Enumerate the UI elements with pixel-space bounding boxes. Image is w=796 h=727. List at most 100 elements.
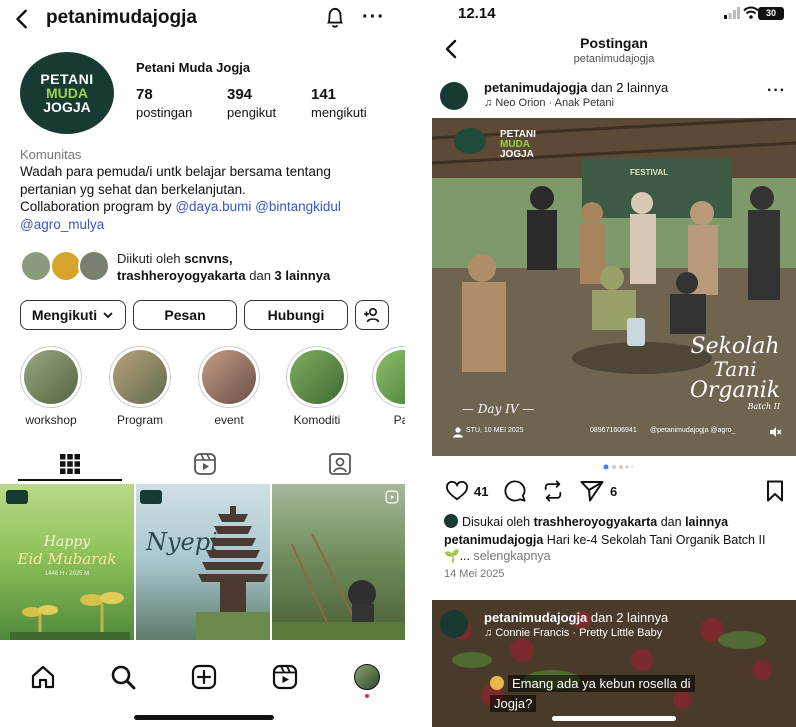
stat-posts-value: 78	[136, 86, 153, 103]
follower-avatar	[20, 250, 52, 282]
photo-title-line: Sekolah	[690, 334, 780, 359]
profile-avatar[interactable]: PETANI MUDA JOGJA	[20, 52, 114, 134]
highlight-ring	[109, 346, 171, 408]
tab-grid[interactable]	[2, 446, 137, 482]
post-author[interactable]: petanimudajogja dan 2 lainnya	[484, 80, 668, 95]
bio-line: @agro_mulya	[20, 216, 398, 234]
liked-by-conj: dan	[657, 515, 686, 529]
carousel-dots	[603, 464, 634, 470]
caption-more-link[interactable]: selengkapnya	[473, 549, 550, 563]
profile-tabs	[0, 446, 405, 482]
avatar-logo-line: PETANI	[40, 71, 94, 87]
notification-dot	[365, 694, 369, 698]
brand-logo-icon	[140, 490, 162, 504]
eid-line2: Eid Mubarak	[17, 550, 117, 568]
next-post-coauthors: dan 2 lainnya	[587, 610, 669, 625]
stat-posts[interactable]: 78 postingan	[136, 86, 192, 120]
highlight-komoditi[interactable]: Komoditi	[284, 346, 350, 427]
brand-logo-icon	[6, 490, 28, 504]
grid-post-eid[interactable]: Happy Eid Mubarak 1446 H / 2025 M	[0, 484, 134, 640]
liked-by-user: trashheroyogyakarta	[533, 515, 658, 529]
add-person-button[interactable]	[355, 300, 389, 330]
bookmark-icon[interactable]	[766, 480, 784, 502]
home-indicator	[552, 716, 676, 721]
profile-username: petanimudajogja	[46, 7, 197, 28]
highlight-workshop[interactable]: workshop	[18, 346, 84, 427]
post-photo[interactable]: PETANI MUDA JOGJA FESTIVAL Sekolah Tani …	[432, 118, 796, 456]
like-heart-icon[interactable]	[446, 480, 468, 502]
highlight-partial[interactable]: Par	[370, 346, 405, 427]
stat-followers[interactable]: 394 pengikut	[227, 86, 276, 120]
home-icon[interactable]	[30, 664, 56, 690]
post-more-icon[interactable]: ···	[767, 82, 786, 100]
comment-icon[interactable]	[504, 480, 526, 502]
highlight-thumb	[376, 350, 405, 404]
photo-logo-text: PETANI MUDA JOGJA	[500, 130, 536, 160]
mute-icon[interactable]	[768, 425, 782, 439]
profile-nav-avatar[interactable]	[354, 664, 380, 690]
post-author-avatar[interactable]	[440, 82, 468, 110]
highlight-thumb	[113, 350, 167, 404]
highlight-thumb	[290, 350, 344, 404]
next-post-author-name: petanimudajogja	[484, 610, 588, 625]
stat-following[interactable]: 141 mengikuti	[311, 86, 367, 120]
next-post-author[interactable]: petanimudajogja dan 2 lainnya	[484, 610, 668, 625]
followed-by-text: Diikuti oleh scnvns, trashheroyogyakarta…	[117, 250, 330, 284]
post-music[interactable]: ♫ Neo Orion · Anak Petani	[484, 97, 614, 109]
highlight-ring	[372, 346, 405, 408]
search-icon[interactable]	[110, 664, 136, 690]
stat-posts-label: postingan	[136, 105, 193, 120]
back-chevron-icon[interactable]	[12, 8, 34, 30]
contact-button[interactable]: Hubungi	[244, 300, 348, 330]
photo-logo-icon	[454, 128, 486, 154]
next-post-caption-line: Jogja?	[490, 694, 695, 714]
share-send-icon[interactable]	[580, 480, 604, 502]
reels-nav-icon[interactable]	[272, 664, 298, 690]
highlight-label: event	[214, 413, 244, 427]
grid-post-eid-content: Happy Eid Mubarak 1446 H / 2025 M	[0, 484, 134, 640]
followed-by-rest: 3 lainnya	[274, 268, 331, 283]
next-post-music[interactable]: ♫ Connie Francis · Pretty Little Baby	[484, 627, 662, 639]
stat-following-label: mengikuti	[311, 105, 367, 120]
music-note-icon: ♫	[484, 97, 496, 109]
active-tab-indicator	[18, 479, 122, 481]
highlight-program[interactable]: Program	[107, 346, 173, 427]
caption-author[interactable]: petanimudajogja	[444, 533, 543, 547]
mention-link[interactable]: @agro_mulya	[20, 217, 104, 232]
followed-by-row[interactable]: Diikuti oleh scnvns, trashheroyogyakarta…	[20, 250, 405, 284]
eid-line1: Happy	[43, 534, 91, 550]
tab-reels[interactable]	[137, 446, 272, 482]
create-post-icon[interactable]	[191, 664, 217, 690]
bell-icon[interactable]	[324, 6, 346, 30]
followed-by-user: trashheroyogyakarta	[117, 268, 246, 283]
mention-link[interactable]: @bintangkidul	[255, 199, 341, 214]
message-button[interactable]: Pesan	[133, 300, 237, 330]
tagged-icon	[328, 453, 351, 475]
post-caption: petanimudajogja Hari ke-4 Sekolah Tani O…	[444, 532, 789, 564]
grid-post-reel[interactable]	[272, 484, 405, 640]
highlight-ring	[286, 346, 348, 408]
photo-date: STU, 10 MEI 2025	[466, 427, 524, 434]
home-indicator	[134, 715, 274, 720]
highlight-event[interactable]: event	[196, 346, 262, 427]
repost-icon[interactable]	[542, 480, 564, 502]
more-options-icon[interactable]: ···	[362, 6, 385, 29]
next-post-music-label: Connie Francis · Pretty Little Baby	[495, 627, 663, 639]
next-post-avatar[interactable]	[440, 610, 468, 638]
eid-date: 1446 H / 2025 M	[44, 571, 90, 577]
chevron-down-icon	[103, 312, 113, 319]
next-post-caption-text: Emang ada ya kebun rosella di	[508, 675, 695, 692]
bio-line: Collaboration program by @daya.bumi @bin…	[20, 198, 398, 216]
grid-post-nyepi[interactable]: Nyepi	[136, 484, 270, 640]
tab-tagged[interactable]	[272, 446, 405, 482]
post-screen-subtitle: petanimudajogja	[573, 53, 655, 65]
mention-link[interactable]: @daya.bumi	[175, 199, 251, 214]
like-count[interactable]: 41	[474, 484, 488, 499]
tagged-people-icon[interactable]	[452, 426, 464, 438]
next-post-preview[interactable]: petanimudajogja dan 2 lainnya ♫ Connie F…	[432, 600, 796, 727]
highlight-ring	[20, 346, 82, 408]
liked-by[interactable]: Disukai oleh trashheroyogyakarta dan lai…	[444, 514, 728, 529]
stat-followers-label: pengikut	[227, 105, 277, 120]
following-button[interactable]: Mengikuti	[20, 300, 126, 330]
grid-icon	[59, 454, 80, 474]
